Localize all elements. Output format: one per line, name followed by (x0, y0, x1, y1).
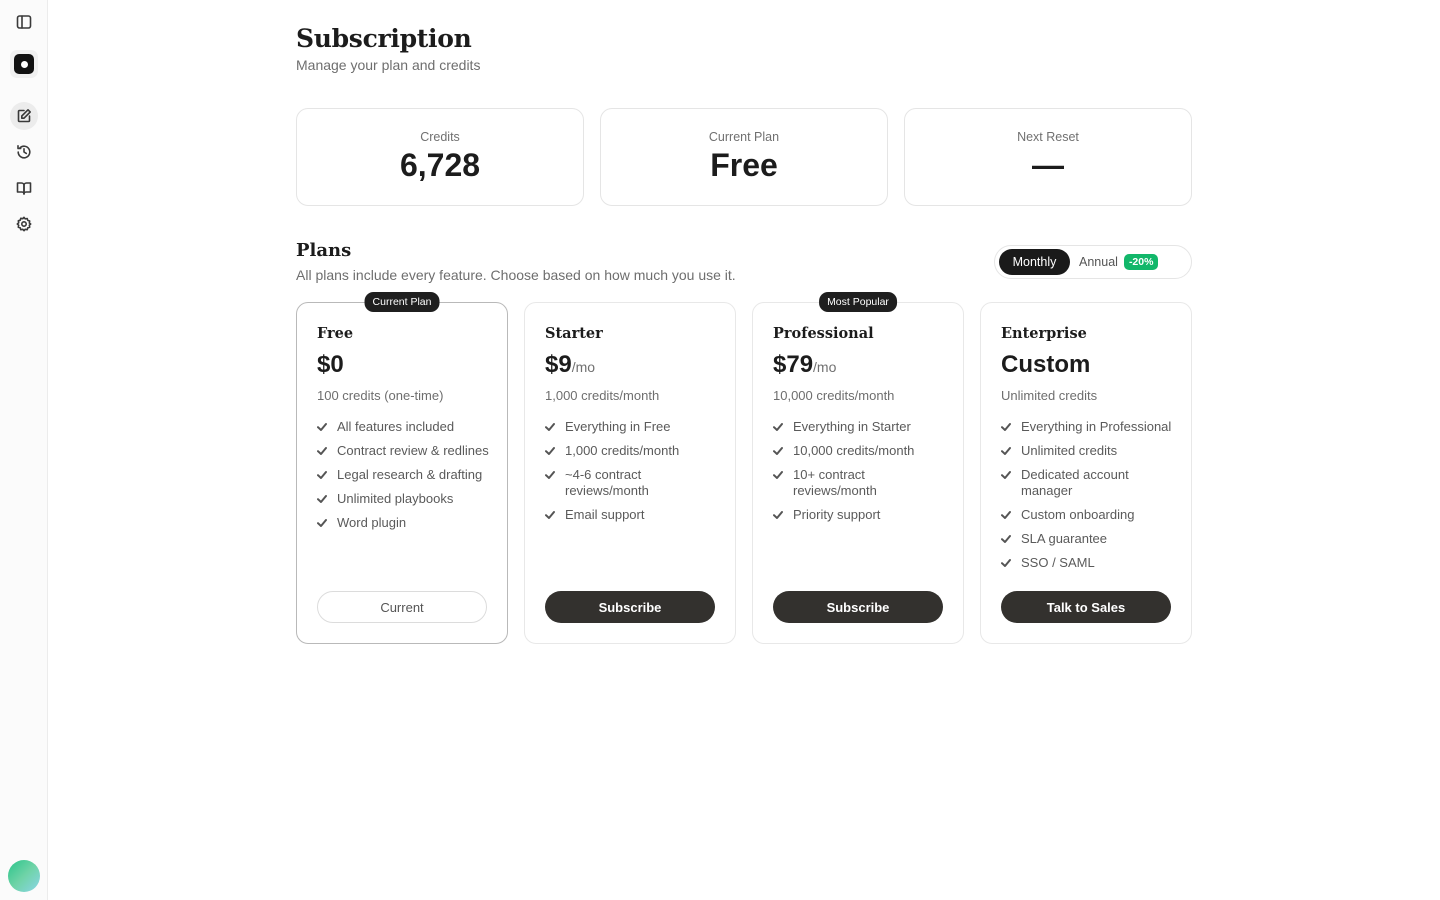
plan-card-professional: Most Popular Professional $79/mo 10,000 … (752, 292, 964, 644)
check-icon (545, 507, 565, 523)
subscribe-button[interactable]: Subscribe (773, 591, 943, 623)
plan-card-free: Current Plan Free $0 100 credits (one-ti… (296, 292, 508, 644)
credits-card: Credits 6,728 (296, 108, 584, 206)
book-icon[interactable] (10, 174, 38, 202)
check-icon (1001, 467, 1021, 483)
page-subtitle: Manage your plan and credits (296, 57, 481, 73)
feature-list: Everything in Free 1,000 credits/month ~… (545, 419, 723, 531)
plan-price: $0 (317, 351, 344, 378)
check-icon (317, 419, 337, 435)
check-icon (1001, 555, 1021, 571)
check-icon (545, 467, 565, 483)
check-icon (773, 467, 793, 483)
billing-period-toggle: Monthly Annual -20% (994, 245, 1192, 279)
check-icon (545, 419, 565, 435)
plan-card-starter: Starter $9/mo 1,000 credits/month Everyt… (524, 302, 736, 644)
check-icon (1001, 443, 1021, 459)
check-icon (317, 443, 337, 459)
check-icon (317, 491, 337, 507)
feature-list: All features included Contract review & … (317, 419, 495, 539)
feature-item: 1,000 credits/month (545, 443, 723, 459)
plan-price: Custom (1001, 351, 1091, 378)
current-plan-badge: Current Plan (364, 292, 440, 312)
feature-item: Everything in Starter (773, 419, 951, 435)
check-icon (1001, 419, 1021, 435)
feature-item: Dedicated account manager (1001, 467, 1179, 499)
plan-credits: 100 credits (one-time) (317, 388, 444, 403)
check-icon (317, 515, 337, 531)
feature-item: Email support (545, 507, 723, 523)
feature-item: Everything in Professional (1001, 419, 1179, 435)
stat-label: Next Reset (1017, 130, 1079, 144)
annual-toggle-button[interactable]: Annual -20% (1079, 249, 1159, 275)
feature-item: 10,000 credits/month (773, 443, 951, 459)
feature-item: Custom onboarding (1001, 507, 1179, 523)
plan-name: Free (317, 325, 354, 342)
check-icon (1001, 531, 1021, 547)
plan-name: Professional (773, 325, 874, 342)
feature-list: Everything in Professional Unlimited cre… (1001, 419, 1179, 579)
feature-list: Everything in Starter 10,000 credits/mon… (773, 419, 951, 531)
plan-price: $9/mo (545, 351, 596, 378)
plan-credits: Unlimited credits (1001, 388, 1098, 403)
current-plan-button[interactable]: Current (317, 591, 487, 623)
feature-item: Word plugin (317, 515, 495, 531)
check-icon (773, 507, 793, 523)
feature-item: Legal research & drafting (317, 467, 495, 483)
feature-item: Everything in Free (545, 419, 723, 435)
monthly-toggle-button[interactable]: Monthly (999, 249, 1070, 275)
sidebar-toggle-icon[interactable] (10, 8, 38, 36)
plan-card-enterprise: Enterprise Custom Unlimited credits Ever… (980, 302, 1192, 644)
check-icon (773, 419, 793, 435)
feature-item: SLA guarantee (1001, 531, 1179, 547)
feature-item: ~4-6 contract reviews/month (545, 467, 723, 499)
subscribe-button[interactable]: Subscribe (545, 591, 715, 623)
current-plan-card: Current Plan Free (600, 108, 888, 206)
feature-item: All features included (317, 419, 495, 435)
feature-item: Priority support (773, 507, 951, 523)
check-icon (1001, 507, 1021, 523)
history-icon[interactable] (10, 138, 38, 166)
plan-name: Starter (545, 325, 603, 342)
discount-badge: -20% (1123, 254, 1159, 270)
new-chat-icon[interactable] (10, 102, 38, 130)
feature-item: Contract review & redlines (317, 443, 495, 459)
sidebar (0, 0, 48, 900)
stat-value: Free (710, 147, 778, 183)
gear-icon[interactable] (10, 210, 38, 238)
feature-item: Unlimited credits (1001, 443, 1179, 459)
avatar[interactable] (8, 860, 40, 892)
plan-credits: 1,000 credits/month (545, 388, 660, 403)
talk-to-sales-button[interactable]: Talk to Sales (1001, 591, 1171, 623)
most-popular-badge: Most Popular (819, 292, 897, 312)
plan-price: $79/mo (773, 351, 837, 378)
check-icon (317, 467, 337, 483)
plans-subtitle: All plans include every feature. Choose … (296, 267, 736, 283)
next-reset-card: Next Reset — (904, 108, 1192, 206)
plan-credits: 10,000 credits/month (773, 388, 895, 403)
feature-item: 10+ contract reviews/month (773, 467, 951, 499)
check-icon (773, 443, 793, 459)
check-icon (545, 443, 565, 459)
feature-item: SSO / SAML (1001, 555, 1179, 571)
stat-value: 6,728 (399, 147, 481, 183)
stat-value: — (1032, 147, 1064, 183)
feature-item: Unlimited playbooks (317, 491, 495, 507)
plan-name: Enterprise (1001, 325, 1087, 342)
page-title: Subscription (296, 24, 472, 53)
plans-title: Plans (296, 240, 352, 261)
stat-label: Credits (420, 130, 460, 144)
annual-label: Annual (1079, 255, 1118, 269)
logo-icon[interactable] (10, 50, 38, 78)
stat-label: Current Plan (708, 130, 780, 144)
